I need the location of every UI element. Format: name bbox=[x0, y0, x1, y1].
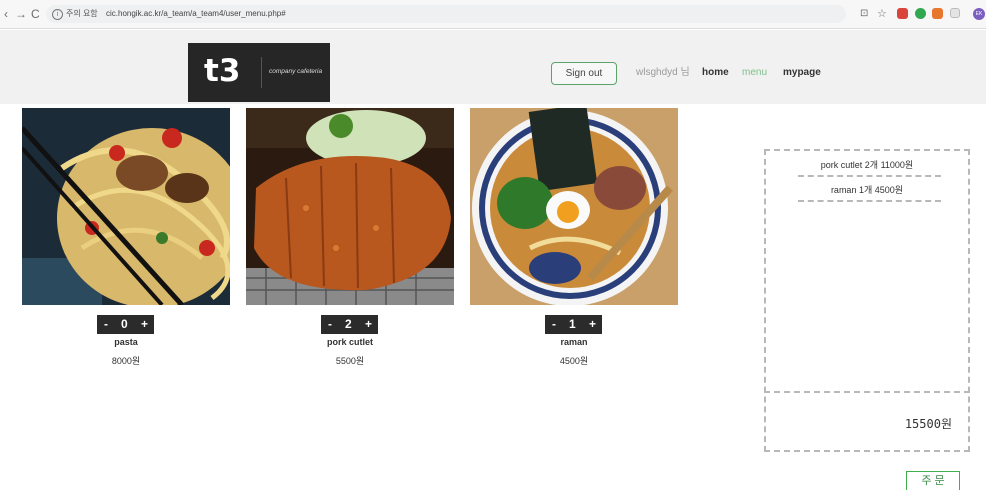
forward-icon[interactable]: → bbox=[15, 7, 27, 21]
decrement-button[interactable]: - bbox=[104, 317, 108, 332]
menu-item-name: pork cutlet bbox=[326, 337, 373, 347]
cart-item-divider bbox=[798, 200, 941, 202]
logo[interactable]: t3 company cafeteria bbox=[188, 43, 330, 102]
address-bar[interactable]: i 주의 요함 cic.hongik.ac.kr/a_team/a_team4/… bbox=[46, 5, 846, 23]
logo-text: t3 bbox=[204, 53, 241, 89]
menu-item-name: raman bbox=[560, 337, 588, 347]
security-label[interactable]: 주의 요함 bbox=[66, 5, 98, 23]
menu-item-price: 4500원 bbox=[559, 356, 589, 366]
cart-item: raman 1개 4500원 bbox=[830, 185, 904, 195]
raman-quantity-stepper: - 1 + bbox=[545, 315, 602, 334]
quantity-value: 0 bbox=[121, 317, 128, 331]
menu-item-price: 8000원 bbox=[111, 356, 141, 366]
extension-icon[interactable] bbox=[897, 8, 908, 19]
decrement-button[interactable]: - bbox=[552, 317, 556, 332]
nav-menu-link[interactable]: menu bbox=[742, 67, 767, 79]
info-icon[interactable]: i bbox=[52, 9, 63, 20]
extension-icon[interactable] bbox=[950, 8, 960, 18]
quantity-value: 2 bbox=[345, 317, 352, 331]
translate-icon[interactable]: ⊡ bbox=[860, 7, 868, 21]
pasta-image bbox=[22, 108, 230, 305]
logo-divider bbox=[261, 57, 262, 88]
cart-item: pork cutlet 2개 11000원 bbox=[820, 160, 914, 170]
increment-button[interactable]: + bbox=[589, 317, 596, 332]
nav-home-link[interactable]: home bbox=[702, 67, 729, 79]
back-icon[interactable]: ‹ bbox=[4, 7, 8, 21]
order-cart: pork cutlet 2개 11000원 raman 1개 4500원 155… bbox=[764, 149, 970, 452]
order-button[interactable]: 주 문 bbox=[906, 471, 960, 490]
profile-avatar[interactable]: EK bbox=[973, 8, 985, 20]
url-text[interactable]: cic.hongik.ac.kr/a_team/a_team4/user_men… bbox=[106, 5, 286, 23]
cart-item-divider bbox=[798, 175, 941, 177]
bookmark-star-icon[interactable]: ☆ bbox=[877, 7, 887, 21]
menu-item-name: pasta bbox=[114, 337, 138, 347]
decrement-button[interactable]: - bbox=[328, 317, 332, 332]
extension-icon[interactable] bbox=[915, 8, 926, 19]
logo-subtitle: company cafeteria bbox=[269, 68, 323, 75]
cart-total: 15500원 bbox=[904, 417, 952, 431]
site-header bbox=[0, 30, 986, 104]
nav-mypage-link[interactable]: mypage bbox=[783, 67, 821, 79]
reload-icon[interactable]: C bbox=[31, 7, 40, 21]
cart-total-divider bbox=[764, 391, 970, 393]
user-greeting: wlsghdyd 님 bbox=[636, 67, 690, 78]
menu-item-price: 5500원 bbox=[335, 356, 365, 366]
raman-image bbox=[470, 108, 678, 305]
pork-cutlet-image bbox=[246, 108, 454, 305]
browser-toolbar: ‹ → C i 주의 요함 cic.hongik.ac.kr/a_team/a_… bbox=[0, 0, 986, 29]
pork-cutlet-quantity-stepper: - 2 + bbox=[321, 315, 378, 334]
pasta-quantity-stepper: - 0 + bbox=[97, 315, 154, 334]
quantity-value: 1 bbox=[569, 317, 576, 331]
signout-button[interactable]: Sign out bbox=[551, 62, 617, 85]
extension-icon[interactable] bbox=[932, 8, 943, 19]
increment-button[interactable]: + bbox=[141, 317, 148, 332]
increment-button[interactable]: + bbox=[365, 317, 372, 332]
